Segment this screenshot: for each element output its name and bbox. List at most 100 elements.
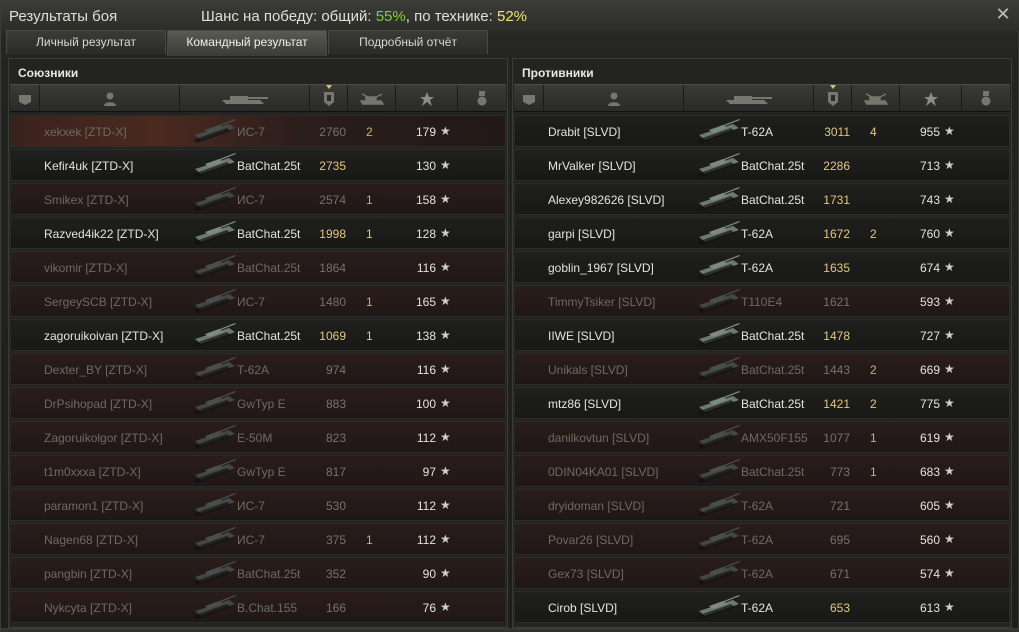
kills-value: 2 [870,363,877,377]
tank-icon[interactable] [180,85,310,112]
xp-value: 760 [919,227,940,241]
star-icon: ★ [944,226,955,240]
player-row[interactable]: garpi [SLVD] T-62A 1672 2 760 ★ [514,217,1010,249]
tank-name: BatChat.25t [741,465,805,479]
kills-icon[interactable] [852,85,900,112]
star-icon: ★ [440,430,451,444]
xp-value: 613 [919,601,940,615]
player-row[interactable]: Cirob [SLVD] T-62A 653 613 ★ [514,591,1010,623]
tab-team-result[interactable]: Командный результат [167,30,327,56]
star-icon: ★ [944,158,955,172]
player-row[interactable]: SergeySCB [ZTD-X] ИС-7 1480 1 165 ★ [10,285,506,317]
player-name: paramon1 [ZTD-X] [44,499,144,513]
player-row[interactable]: paramon1 [ZTD-X] ИС-7 530 112 ★ [10,489,506,521]
tank-image-icon [685,422,741,453]
player-row[interactable]: Povar26 [SLVD] T-62A 695 560 ★ [514,523,1010,555]
player-name: t1m0xxxa [ZTD-X] [44,465,141,479]
kills-icon[interactable] [348,85,396,112]
player-row[interactable]: Nagen68 [ZTD-X] ИС-7 375 1 112 ★ [10,523,506,555]
tank-image-icon [685,456,741,487]
player-icon[interactable] [40,85,180,112]
player-name: zagoruikoivan [ZTD-X] [44,329,164,343]
title-bar: Результаты боя Шанс на победу: общий: 55… [1,1,1019,31]
tank-image-icon [181,524,237,555]
tank-name: T-62A [237,363,270,377]
player-row[interactable]: Gex73 [SLVD] T-62A 671 574 ★ [514,557,1010,589]
tank-name: BatChat.25t [741,397,805,411]
xp-value: 130 [415,159,436,173]
player-row[interactable]: goblin_1967 [SLVD] T-62A 1635 674 ★ [514,251,1010,283]
tank-name: GwTyp E [237,465,286,479]
player-row[interactable]: zagoruikoivan [ZTD-X] BatChat.25t 1069 1 138… [10,319,506,351]
vehicle-type-icon[interactable] [514,85,544,112]
player-name: 0DIN04KA01 [SLVD] [548,465,659,479]
player-name: dryidoman [SLVD] [548,499,645,513]
star-icon: ★ [440,498,451,512]
player-row[interactable]: dryidoman [SLVD] T-62A 721 605 ★ [514,489,1010,521]
player-row[interactable]: danilkovtun [SLVD] AMX50F155 1077 1 619 ★ [514,421,1010,453]
tank-image-icon [685,320,741,351]
kills-value: 1 [366,193,373,207]
tank-image-icon [181,252,237,283]
damage-icon[interactable] [814,85,852,112]
tank-name: T-62A [741,261,774,275]
xp-value: 179 [415,125,436,139]
player-row[interactable]: Unikals [SLVD] BatChat.25t 1443 2 669 ★ [514,353,1010,385]
star-icon: ★ [440,464,451,478]
player-row[interactable]: Zagoruikolgor [ZTD-X] E-50M 823 112 ★ [10,421,506,453]
player-row[interactable]: 0DIN04KA01 [SLVD] BatChat.25t 773 1 683 ★ [514,455,1010,487]
player-row[interactable]: TimmyTsiker [SLVD] T110E4 1621 593 ★ [514,285,1010,317]
player-row[interactable]: DrPsihopad [ZTD-X] GwTyp E 883 100 ★ [10,387,506,419]
star-icon: ★ [944,328,955,342]
bottom-border [1,628,1019,632]
player-row[interactable]: Dexter_BY [ZTD-X] T-62A 974 116 ★ [10,353,506,385]
kills-value: 1 [366,295,373,309]
player-row[interactable]: mtz86 [SLVD] BatChat.25t 1421 2 775 ★ [514,387,1010,419]
player-icon[interactable] [544,85,684,112]
tank-icon[interactable] [684,85,814,112]
star-icon: ★ [440,396,451,410]
tank-name: ИС-7 [237,533,265,547]
enemies-title: Противники [522,66,594,80]
player-row[interactable]: MrValker [SLVD] BatChat.25t 2286 713 ★ [514,149,1010,181]
player-name: Nagen68 [ZTD-X] [44,533,139,547]
player-row[interactable]: Nykcyta [ZTD-X] B.Chat.155 166 76 ★ [10,591,506,623]
medal-icon[interactable] [962,85,1010,112]
tank-image-icon [181,320,237,351]
xp-star-icon[interactable] [900,85,962,112]
player-name: MrValker [SLVD] [548,159,636,173]
player-row[interactable]: Razved4ik22 [ZTD-X] BatChat.25t 1998 1 128 ★ [10,217,506,249]
damage-value: 773 [829,465,850,479]
tank-image-icon [181,184,237,215]
medal-icon[interactable] [458,85,506,112]
tank-name: AMX50F155 [741,431,808,445]
xp-star-icon[interactable] [396,85,458,112]
close-icon[interactable]: ✕ [994,5,1012,23]
damage-value: 653 [829,601,850,615]
player-row[interactable]: t1m0xxxa [ZTD-X] GwTyp E 817 97 ★ [10,455,506,487]
damage-icon[interactable] [310,85,348,112]
tank-name: T110E4 [741,295,783,309]
battle-results-window: Результаты боя Шанс на победу: общий: 55… [0,0,1019,632]
tank-name: BatChat.25t [741,363,805,377]
allies-column-header [10,84,506,112]
damage-value: 1443 [823,363,850,377]
vehicle-type-icon[interactable] [10,85,40,112]
tank-image-icon [685,286,741,317]
player-row[interactable]: Smikex [ZTD-X] ИС-7 2574 1 158 ★ [10,183,506,215]
player-row[interactable]: Drabit [SLVD] T-62A 3011 4 955 ★ [514,115,1010,147]
xp-value: 97 [422,465,436,479]
player-row[interactable]: IIWE [SLVD] BatChat.25t 1478 727 ★ [514,319,1010,351]
tab-detailed-report[interactable]: Подробный отчёт [328,30,488,54]
player-name: Nykcyta [ZTD-X] [44,601,133,615]
player-row[interactable]: vikomir [ZTD-X] BatChat.25t 1864 116 ★ [10,251,506,283]
player-row[interactable]: Kefir4uk [ZTD-X] BatChat.25t 2735 130 ★ [10,149,506,181]
player-name: Alexey982626 [SLVD] [548,193,665,207]
player-row[interactable]: pangbin [ZTD-X] BatChat.25t 352 90 ★ [10,557,506,589]
player-row[interactable]: xekxek [ZTD-X] ИС-7 2760 2 179 ★ [10,115,506,147]
tab-personal-result[interactable]: Личный результат [6,30,166,54]
tank-name: BatChat.25t [741,159,805,173]
tank-name: GwTyp E [237,397,286,411]
tank-name: T-62A [741,567,774,581]
player-row[interactable]: Alexey982626 [SLVD] BatChat.25t 1731 743 ★ [514,183,1010,215]
